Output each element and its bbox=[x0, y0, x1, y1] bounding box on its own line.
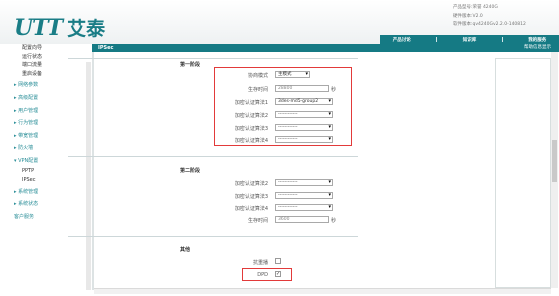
horizontal-scrollbar[interactable] bbox=[94, 288, 551, 294]
chevron-down-icon: ▾ bbox=[328, 204, 331, 210]
sidebar-item-config-wizard[interactable]: 配置向导 bbox=[0, 44, 92, 53]
sidebar-item-users[interactable]: ▸ 用户管理 bbox=[0, 107, 92, 116]
sidebar-item-network[interactable]: ▸ 网络参数 bbox=[0, 81, 92, 90]
nav-separator bbox=[436, 37, 438, 42]
help-toggle[interactable]: 帮助信息显示 bbox=[524, 44, 551, 52]
other-title: 其他 bbox=[180, 247, 191, 253]
logo-name: 艾泰 bbox=[67, 18, 106, 40]
nav-my-service[interactable]: 我的服务 bbox=[528, 37, 546, 43]
chevron-down-icon: ▾ bbox=[328, 179, 331, 185]
software-version: 软件版本:qv4240Gv2.2.0-140812 bbox=[453, 22, 526, 27]
product-info: 产品型号:荣誉 4240G 硬件版本:V2.0 软件版本:qv4240Gv2.2… bbox=[453, 4, 526, 30]
negotiation-mode-label: 协商模式 bbox=[247, 73, 268, 79]
header: UTT 艾泰 产品型号:荣誉 4240G 硬件版本:V2.0 软件版本:qv42… bbox=[0, 0, 559, 44]
sidebar-item-firewall[interactable]: ▸ 防火墙 bbox=[0, 144, 92, 153]
section-divider bbox=[68, 58, 358, 59]
phase1-lifetime-input[interactable]: 28800 bbox=[275, 85, 329, 92]
section-divider bbox=[68, 236, 358, 237]
sidebar: 配置向导 运行状态 端口流量 重启设备 ▸ 网络参数 ▸ 高级配置 ▸ 用户管理… bbox=[0, 44, 92, 290]
dpd-checkbox[interactable]: ✓ bbox=[275, 271, 281, 277]
phase1-lifetime-label: 生存时间 bbox=[247, 87, 268, 93]
chevron-down-icon: ▾ bbox=[328, 136, 331, 142]
logo-mark: UTT bbox=[14, 14, 63, 41]
phase1-alg3-select[interactable]: ------------ ▾ bbox=[275, 124, 333, 131]
page-title-bar: IPSec 帮助信息显示 bbox=[92, 44, 559, 52]
phase1-alg4-select[interactable]: ------------ ▾ bbox=[275, 136, 333, 143]
phase2-alg3-select[interactable]: ------------ ▾ bbox=[275, 192, 333, 199]
sidebar-item-customer-service[interactable]: 客户服务 bbox=[0, 213, 92, 222]
phase1-lifetime-unit: 秒 bbox=[331, 87, 337, 93]
nav-product-discussion[interactable]: 产品讨论 bbox=[393, 37, 411, 43]
top-nav: 产品讨论 知识库 我的服务 bbox=[380, 35, 559, 44]
sidebar-item-vpn[interactable]: ▾ VPN配置 bbox=[0, 157, 92, 166]
phase2-alg2-label: 加密认证算法2 bbox=[234, 181, 268, 187]
sidebar-item-system[interactable]: ▸ 系统管理 bbox=[0, 188, 92, 197]
phase1-title: 第一阶段 bbox=[180, 62, 201, 68]
chevron-down-icon: ▾ bbox=[328, 124, 331, 130]
phase1-alg4-label: 加密认证算法4 bbox=[234, 138, 268, 144]
sidebar-scrollbar[interactable] bbox=[86, 62, 91, 290]
phase2-lifetime-unit: 秒 bbox=[331, 218, 337, 224]
phase2-alg4-select[interactable]: ------------ ▾ bbox=[275, 204, 333, 211]
sidebar-item-bandwidth[interactable]: ▸ 带宽管理 bbox=[0, 132, 92, 141]
product-model: 产品型号:荣誉 4240G bbox=[453, 5, 498, 10]
sidebar-item-advanced[interactable]: ▸ 高级配置 bbox=[0, 94, 92, 103]
page-title: IPSec bbox=[98, 45, 114, 51]
sidebar-item-run-status[interactable]: 运行状态 bbox=[0, 53, 92, 62]
dpd-label: DPD bbox=[257, 272, 268, 278]
phase1-alg3-label: 加密认证算法3 bbox=[234, 126, 268, 132]
negotiation-mode-select[interactable]: 主模式 ▾ bbox=[275, 71, 310, 78]
chevron-down-icon: ▾ bbox=[328, 98, 331, 104]
phase1-alg2-label: 加密认证算法2 bbox=[234, 113, 268, 119]
antireplay-checkbox[interactable] bbox=[275, 258, 281, 264]
phase2-lifetime-input[interactable]: 3600 bbox=[275, 216, 329, 223]
sidebar-item-port-traffic[interactable]: 端口流量 bbox=[0, 61, 92, 70]
phase2-alg3-label: 加密认证算法3 bbox=[234, 194, 268, 200]
sidebar-item-system-status[interactable]: ▸ 系统状态 bbox=[0, 200, 92, 209]
sidebar-item-pptp[interactable]: PPTP bbox=[0, 167, 92, 176]
phase2-alg4-label: 加密认证算法4 bbox=[234, 206, 268, 212]
antireplay-label: 抗重播 bbox=[252, 260, 268, 266]
chevron-down-icon: ▾ bbox=[328, 192, 331, 198]
nav-knowledge-base[interactable]: 知识库 bbox=[463, 37, 477, 43]
section-divider bbox=[68, 156, 358, 157]
nav-separator bbox=[501, 37, 503, 42]
phase1-alg1-label: 加密认证算法1 bbox=[234, 100, 268, 106]
vertical-scrollbar-thumb[interactable] bbox=[552, 140, 557, 182]
phase2-lifetime-label: 生存时间 bbox=[247, 218, 268, 224]
help-panel bbox=[495, 58, 551, 288]
phase1-alg2-select[interactable]: ------------ ▾ bbox=[275, 111, 333, 118]
phase2-alg2-select[interactable]: ------------ ▾ bbox=[275, 179, 333, 186]
chevron-down-icon: ▾ bbox=[328, 111, 331, 117]
logo: UTT 艾泰 bbox=[14, 14, 105, 41]
phase1-alg1-select[interactable]: 3des-md5-group2 ▾ bbox=[275, 98, 333, 105]
phase2-title: 第二阶段 bbox=[180, 168, 201, 174]
sidebar-item-ipsec[interactable]: IPSec bbox=[0, 176, 92, 185]
chevron-down-icon: ▾ bbox=[305, 71, 308, 77]
sidebar-item-behavior[interactable]: ▸ 行为管理 bbox=[0, 119, 92, 128]
sidebar-item-reboot[interactable]: 重启设备 bbox=[0, 70, 92, 79]
hardware-version: 硬件版本:V2.0 bbox=[453, 13, 483, 19]
